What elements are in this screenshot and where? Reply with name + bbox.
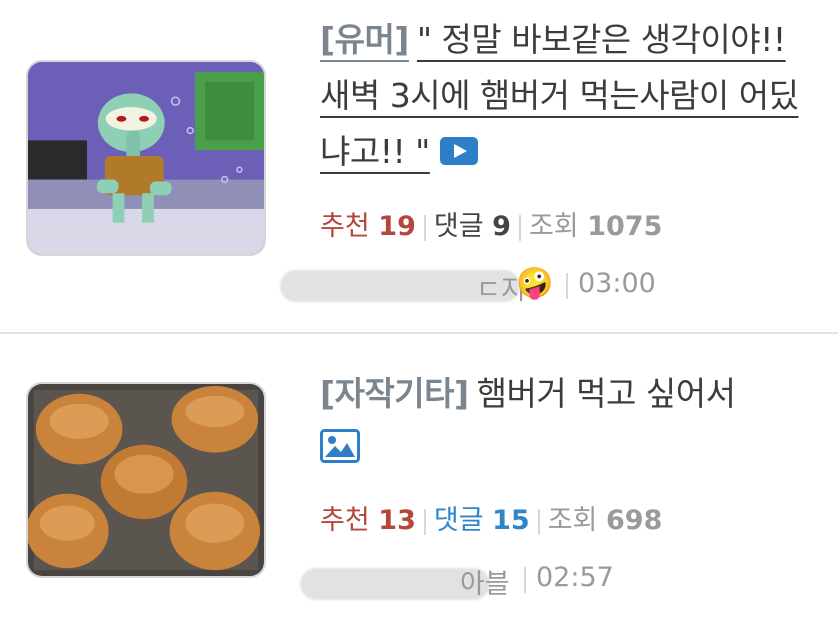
post-time: 03:00 [578,268,656,299]
stat-divider [537,508,540,535]
post-category[interactable]: [유머] [320,20,409,59]
stat-divider [423,214,426,241]
recommend-label: 추천 [320,505,370,536]
post-thumbnail[interactable] [26,60,266,256]
video-icon [439,126,478,182]
stat-divider [518,214,521,241]
post-thumbnail[interactable] [26,382,266,578]
post-title[interactable]: [자작기타] 햄버거 먹고 싶어서 [320,366,820,480]
views-label: 조회 [528,211,579,242]
author-emoji: 🤪 [516,266,554,301]
post-feed: [유머] " 정말 바보같은 생각이야!! 새벽 3시에 햄버거 먹는사람이 어딨… [0,0,838,628]
image-icon [320,424,360,480]
views-count: 698 [606,505,663,536]
post-stats: 추천 19 댓글 9 조회 1075 [320,204,662,243]
post-time: 02:57 [536,562,614,593]
comment-label: 댓글 [433,505,484,536]
post-item[interactable]: [유머] " 정말 바보같은 생각이야!! 새벽 3시에 햄버거 먹는사람이 어딨… [0,0,838,332]
meta-divider [524,567,526,593]
post-category[interactable]: [자작기타] [320,374,469,413]
recommend-label: 추천 [320,211,370,242]
recommend-count: 13 [378,505,416,536]
recommend-count: 19 [378,211,416,242]
comment-count: 9 [492,211,511,242]
post-stats: 추천 13 댓글 15 조회 698 [320,498,662,537]
views-label: 조회 [547,505,598,536]
comment-count: 15 [492,505,530,536]
views-count: 1075 [587,211,663,242]
post-item[interactable]: [자작기타] 햄버거 먹고 싶어서 추천 13 댓글 15 조회 698 아블 02:… [0,334,838,628]
meta-divider [566,273,568,299]
author-name-tail[interactable]: 아블 [460,562,510,601]
stat-divider [423,508,426,535]
burger-buns-image [28,384,264,576]
post-title-text[interactable]: 햄버거 먹고 싶어서 [477,374,736,413]
squidward-cartoon-image [28,62,264,254]
post-title[interactable]: [유머] " 정말 바보같은 생각이야!! 새벽 3시에 햄버거 먹는사람이 어딨… [320,12,820,182]
comment-label: 댓글 [433,211,484,242]
